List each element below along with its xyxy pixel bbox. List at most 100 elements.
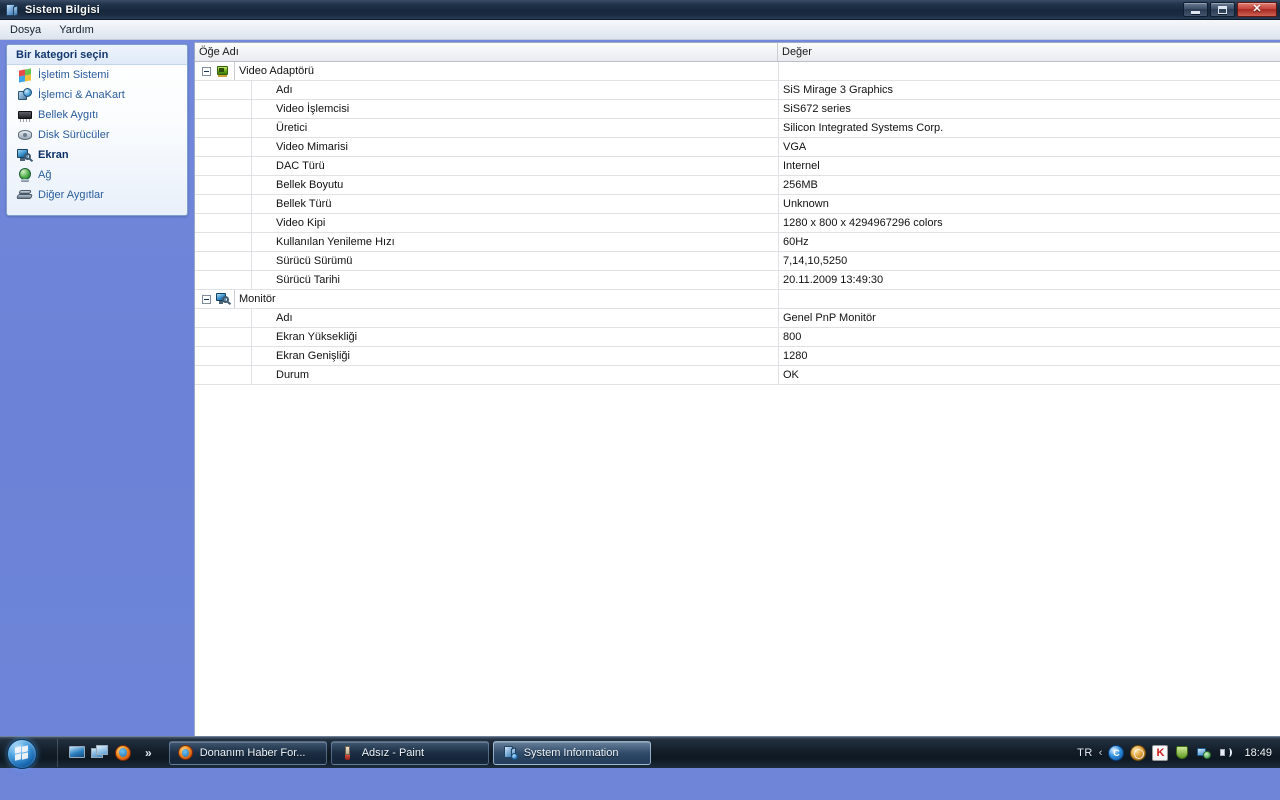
row-value: SiS Mirage 3 Graphics xyxy=(778,81,1280,99)
quick-launch-bar: » xyxy=(57,738,152,767)
other-devices-icon xyxy=(16,187,33,203)
table-row[interactable]: Sürücü Sürümü 7,14,10,5250 xyxy=(195,251,1280,271)
system-tray: TR ‹ 18:49 xyxy=(1077,737,1280,769)
sidebar-item-diger-aygitlar[interactable]: Diğer Aygıtlar xyxy=(7,185,187,205)
column-header-item-name[interactable]: Öğe Adı xyxy=(195,43,778,61)
table-group-row[interactable]: Monitör xyxy=(195,290,1280,309)
row-name: Üretici xyxy=(276,122,308,134)
taskbar-button-firefox[interactable]: Donanım Haber For... xyxy=(168,740,327,765)
table-row[interactable]: Video Mimarisi VGA xyxy=(195,137,1280,157)
row-value: 256MB xyxy=(778,176,1280,194)
menu-item-dosya[interactable]: Dosya xyxy=(2,22,49,38)
sidebar-item-ag[interactable]: Ağ xyxy=(7,165,187,185)
table-row[interactable]: Üretici Silicon Integrated Systems Corp. xyxy=(195,118,1280,138)
sidebar-item-ekran[interactable]: Ekran xyxy=(7,145,187,165)
sidebar-item-islemci-anakart[interactable]: İşlemci & AnaKart xyxy=(7,85,187,105)
table-row[interactable]: Video İşlemcisi SiS672 series xyxy=(195,99,1280,119)
table-row[interactable]: Bellek Boyutu 256MB xyxy=(195,175,1280,195)
category-sidebar: Bir kategori seçin İşletim Sistemi İşlem… xyxy=(6,44,188,216)
sidebar-item-label: Ekran xyxy=(38,149,69,161)
sidebar-item-disk-surucular[interactable]: Disk Sürücüler xyxy=(7,125,187,145)
table-row[interactable]: Ekran Yüksekliği 800 xyxy=(195,327,1280,347)
system-information-icon xyxy=(502,745,518,761)
row-name-cell: DAC Türü xyxy=(195,156,778,176)
kaspersky-icon[interactable] xyxy=(1152,745,1169,761)
sidebar-header-label: Bir kategori seçin xyxy=(16,48,109,61)
row-name-cell: Adı xyxy=(195,80,778,100)
sidebar-item-isletim-sistemi[interactable]: İşletim Sistemi xyxy=(7,65,187,85)
restore-button[interactable] xyxy=(1210,2,1235,17)
row-name: Bellek Türü xyxy=(276,198,332,210)
row-name-cell: Ekran Yüksekliği xyxy=(195,327,778,347)
row-value: 20.11.2009 13:49:30 xyxy=(778,271,1280,289)
grid-body: Video Adaptörü Adı SiS Mirage 3 Graphics… xyxy=(195,62,1280,385)
row-name-cell: Bellek Türü xyxy=(195,194,778,214)
taskbar: » Donanım Haber For... Adsız - Paint Sys… xyxy=(0,736,1280,769)
row-value: 7,14,10,5250 xyxy=(778,252,1280,270)
row-name-cell: Adı xyxy=(195,308,778,328)
computer-icon xyxy=(4,2,20,18)
sidebar-header: Bir kategori seçin xyxy=(7,45,187,65)
network-config-icon[interactable] xyxy=(1130,745,1147,761)
table-row[interactable]: Adı SiS Mirage 3 Graphics xyxy=(195,80,1280,100)
show-desktop-icon[interactable] xyxy=(68,744,86,762)
group-value-cell xyxy=(778,290,1280,308)
table-row[interactable]: DAC Türü Internel xyxy=(195,156,1280,176)
row-value: VGA xyxy=(778,138,1280,156)
row-value: 1280 xyxy=(778,347,1280,365)
volume-icon[interactable] xyxy=(1218,745,1234,761)
row-name: Video Kipi xyxy=(276,217,326,229)
group-label: Monitör xyxy=(234,290,778,308)
paint-icon xyxy=(340,745,356,761)
collapse-expander-icon[interactable] xyxy=(202,294,211,304)
comodo-icon[interactable] xyxy=(1108,745,1125,761)
table-row[interactable]: Video Kipi 1280 x 800 x 4294967296 color… xyxy=(195,213,1280,233)
close-button[interactable]: ✕ xyxy=(1237,2,1277,17)
table-row[interactable]: Kullanılan Yenileme Hızı 60Hz xyxy=(195,232,1280,252)
network-globe-icon xyxy=(17,167,33,183)
lan-connection-icon[interactable] xyxy=(1196,745,1212,761)
row-name: Video Mimarisi xyxy=(276,141,348,153)
video-adapter-icon xyxy=(215,63,231,79)
grid-empty-area xyxy=(195,385,1280,725)
group-name-cell: Video Adaptörü xyxy=(195,62,778,80)
sidebar-item-label: Disk Sürücüler xyxy=(38,129,110,141)
table-row[interactable]: Sürücü Tarihi 20.11.2009 13:49:30 xyxy=(195,270,1280,290)
table-group-row[interactable]: Video Adaptörü xyxy=(195,62,1280,81)
table-row[interactable]: Adı Genel PnP Monitör xyxy=(195,308,1280,328)
language-indicator[interactable]: TR xyxy=(1077,747,1093,759)
table-row[interactable]: Durum OK xyxy=(195,365,1280,385)
display-icon xyxy=(17,147,34,163)
taskbar-button-paint[interactable]: Adsız - Paint xyxy=(330,740,489,765)
minimize-button[interactable] xyxy=(1183,2,1208,17)
table-row[interactable]: Ekran Genişliği 1280 xyxy=(195,346,1280,366)
row-value: 60Hz xyxy=(778,233,1280,251)
start-button[interactable] xyxy=(1,738,47,769)
row-name: Bellek Boyutu xyxy=(276,179,344,191)
menu-item-yardim[interactable]: Yardım xyxy=(51,22,102,38)
column-header-value[interactable]: Değer xyxy=(778,43,1280,61)
minimize-icon xyxy=(1191,10,1200,14)
row-value: Unknown xyxy=(778,195,1280,213)
taskbar-button-label: Donanım Haber For... xyxy=(199,746,306,759)
row-name-cell: Sürücü Sürümü xyxy=(195,251,778,271)
row-name: Sürücü Sürümü xyxy=(276,255,353,267)
clock[interactable]: 18:49 xyxy=(1244,747,1272,759)
quick-launch-more-button[interactable]: » xyxy=(145,746,152,760)
shield-icon[interactable] xyxy=(1174,745,1190,761)
group-value-cell xyxy=(778,62,1280,80)
details-panel: Öğe Adı Değer Video Adaptörü Adı SiS Mir… xyxy=(194,42,1280,768)
row-name: Adı xyxy=(276,84,293,96)
menu-bar: Dosya Yardım xyxy=(0,20,1280,40)
switch-windows-icon[interactable] xyxy=(91,744,109,762)
title-bar: Sistem Bilgisi ✕ xyxy=(0,0,1280,20)
chevron-left-icon[interactable]: ‹ xyxy=(1099,747,1103,759)
sidebar-item-label: İşletim Sistemi xyxy=(38,69,109,81)
sidebar-item-bellek-aygiti[interactable]: Bellek Aygıtı xyxy=(7,105,187,125)
collapse-expander-icon[interactable] xyxy=(202,66,211,76)
row-name-cell: Video Mimarisi xyxy=(195,137,778,157)
firefox-icon[interactable] xyxy=(114,744,132,762)
row-value: Genel PnP Monitör xyxy=(778,309,1280,327)
taskbar-button-system-information[interactable]: System Information xyxy=(492,740,651,765)
table-row[interactable]: Bellek Türü Unknown xyxy=(195,194,1280,214)
